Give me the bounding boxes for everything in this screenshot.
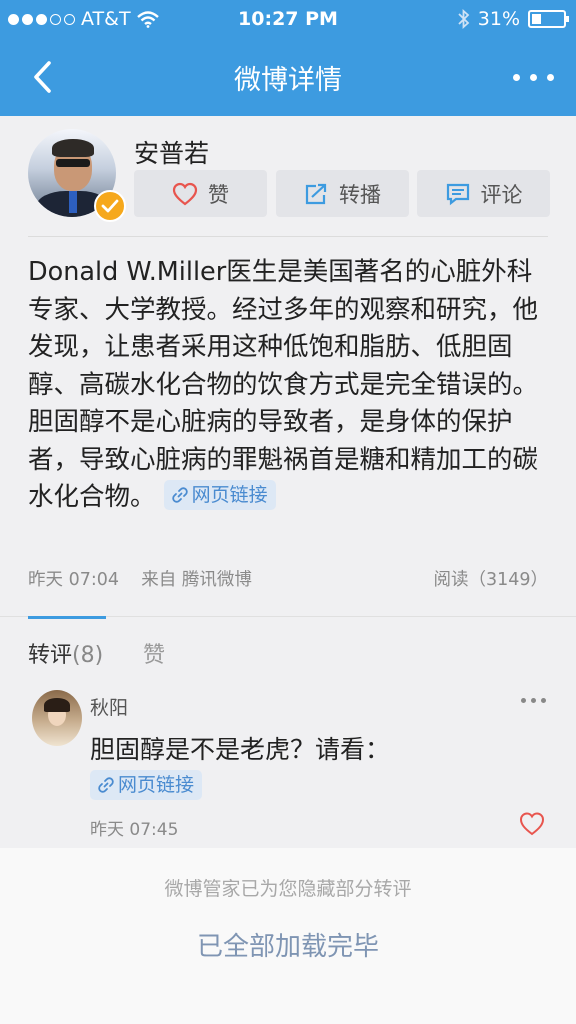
post-actions: 赞 转播 评论 [134, 170, 550, 218]
comment-icon [446, 183, 469, 205]
battery-icon [528, 10, 569, 28]
comment-link-label: 网页链接 [118, 774, 195, 796]
repost-button[interactable]: 转播 [275, 170, 409, 217]
comment-text: 胆固醇是不是老虎？请看： [90, 735, 391, 764]
post-link-label: 网页链接 [191, 484, 268, 506]
tab-likes[interactable]: 赞 [143, 637, 165, 669]
load-complete-label: 已全部加载完毕 [196, 932, 379, 962]
page-title: 微博详情 [234, 65, 342, 96]
repost-label: 转播 [339, 182, 381, 207]
share-icon [305, 183, 327, 204]
hidden-comments-note: 微博管家已为您隐藏部分转评 [164, 878, 412, 900]
post-time: 昨天 07:04 [28, 570, 119, 590]
avatar[interactable] [32, 690, 82, 746]
author-name[interactable]: 安普若 [134, 134, 209, 170]
comment-time: 昨天 07:45 [90, 820, 179, 840]
tab-repost-label: 转评 [28, 643, 73, 668]
like-button[interactable]: 赞 [134, 170, 267, 217]
list-item: 秋阳 胆固醇是不是老虎？请看： 网页链接 昨天 07:45 [0, 676, 576, 848]
header: AT&T 10:27 PM 31% 微博详情 [0, 0, 576, 116]
more-icon [521, 698, 526, 703]
post-content: Donald W.Miller医生是美国著名的心脏外科专家、大学教授。经过多年的… [28, 254, 553, 517]
comment-label: 评论 [480, 182, 523, 207]
heart-icon[interactable] [518, 810, 546, 838]
battery-percent: 31% [477, 8, 520, 30]
active-tab-indicator [28, 616, 106, 619]
link-icon [98, 777, 114, 793]
read-count: 阅读（3149） [433, 570, 548, 590]
status-bar: AT&T 10:27 PM 31% [0, 0, 576, 40]
post-link[interactable]: 网页链接 [163, 480, 276, 510]
commenter-name[interactable]: 秋阳 [90, 693, 128, 720]
link-icon [171, 487, 188, 503]
more-icon [513, 73, 520, 81]
tab-repost-count: (8) [72, 643, 104, 668]
post-card: 安普若 赞 转播 评论 Donald W.Miller医生是美国著名的心脏外科专… [0, 116, 576, 616]
more-button[interactable] [504, 62, 554, 92]
comment-button[interactable]: 评论 [417, 170, 550, 217]
post-text: Donald W.Miller医生是美国著名的心脏外科专家、大学教授。经过多年的… [28, 257, 539, 512]
comment-link[interactable]: 网页链接 [90, 770, 203, 800]
divider [28, 236, 548, 237]
nav-bar: 微博详情 [0, 40, 576, 116]
tab-repost-comments[interactable]: 转评(8) [28, 637, 103, 669]
battery-level [532, 14, 541, 24]
list-footer: 微博管家已为您隐藏部分转评 已全部加载完毕 [0, 848, 576, 1024]
like-label: 赞 [208, 182, 229, 207]
post-meta: 昨天 07:04 来自 腾讯微博 阅读（3149） [28, 566, 548, 591]
comment-tabs: 转评(8) 赞 [0, 616, 576, 676]
comment-more-button[interactable] [521, 698, 546, 703]
status-right: 31% [458, 8, 569, 30]
bluetooth-icon [458, 9, 470, 29]
verified-badge-icon [94, 190, 126, 222]
post-source: 来自 腾讯微博 [141, 570, 252, 590]
heart-icon [172, 182, 198, 205]
